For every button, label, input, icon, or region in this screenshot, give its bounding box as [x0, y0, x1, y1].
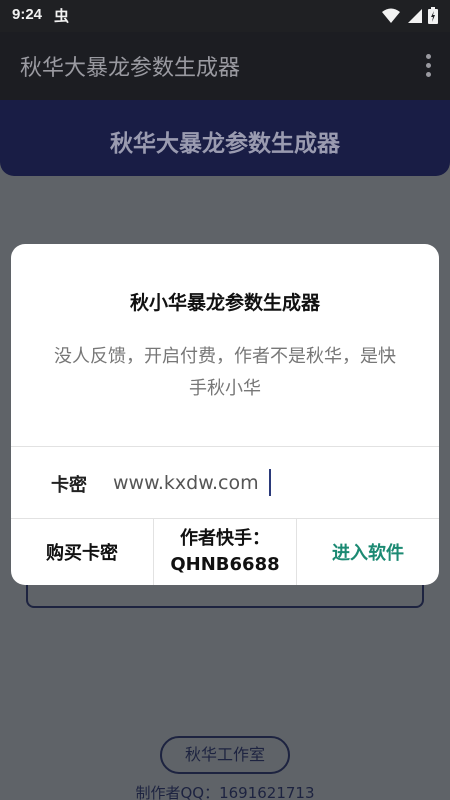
status-bar: 9:24 虫: [0, 0, 450, 32]
activation-dialog: 秋小华暴龙参数生成器 没人反馈，开启付费，作者不是秋华，是快手秋小华 卡密 购买…: [11, 244, 439, 585]
app-bar: 秋华大暴龙参数生成器: [0, 32, 450, 100]
author-line2: QHNB6688: [170, 554, 280, 575]
key-label: 卡密: [51, 475, 87, 496]
divider: [11, 446, 439, 447]
dialog-message: 没人反馈，开启付费，作者不是秋华，是快手秋小华: [54, 346, 396, 399]
signal-icon: [408, 8, 422, 23]
wifi-icon: [382, 8, 400, 23]
battery-icon: [428, 7, 438, 24]
dialog-title: 秋小华暴龙参数生成器: [129, 292, 320, 314]
studio-button[interactable]: 秋华工作室: [160, 736, 290, 774]
banner-title: 秋华大暴龙参数生成器: [110, 131, 340, 157]
buy-key-button[interactable]: 购买卡密: [11, 519, 153, 585]
author-qq-text: 制作者QQ：1691621713: [135, 784, 315, 800]
app-title: 秋华大暴龙参数生成器: [20, 56, 241, 81]
status-time: 9:24: [12, 6, 43, 23]
text-caret: [269, 469, 271, 496]
notification-icon: 虫: [54, 7, 70, 25]
more-vert-icon[interactable]: [424, 54, 432, 78]
author-kuaishou-button[interactable]: 作者快手： QHNB6688: [154, 519, 296, 585]
status-icons: [382, 7, 438, 24]
key-input[interactable]: [109, 466, 409, 500]
author-line1: 作者快手：: [180, 528, 270, 549]
header-banner: 秋华大暴龙参数生成器: [0, 100, 450, 176]
enter-app-button[interactable]: 进入软件: [297, 519, 439, 585]
